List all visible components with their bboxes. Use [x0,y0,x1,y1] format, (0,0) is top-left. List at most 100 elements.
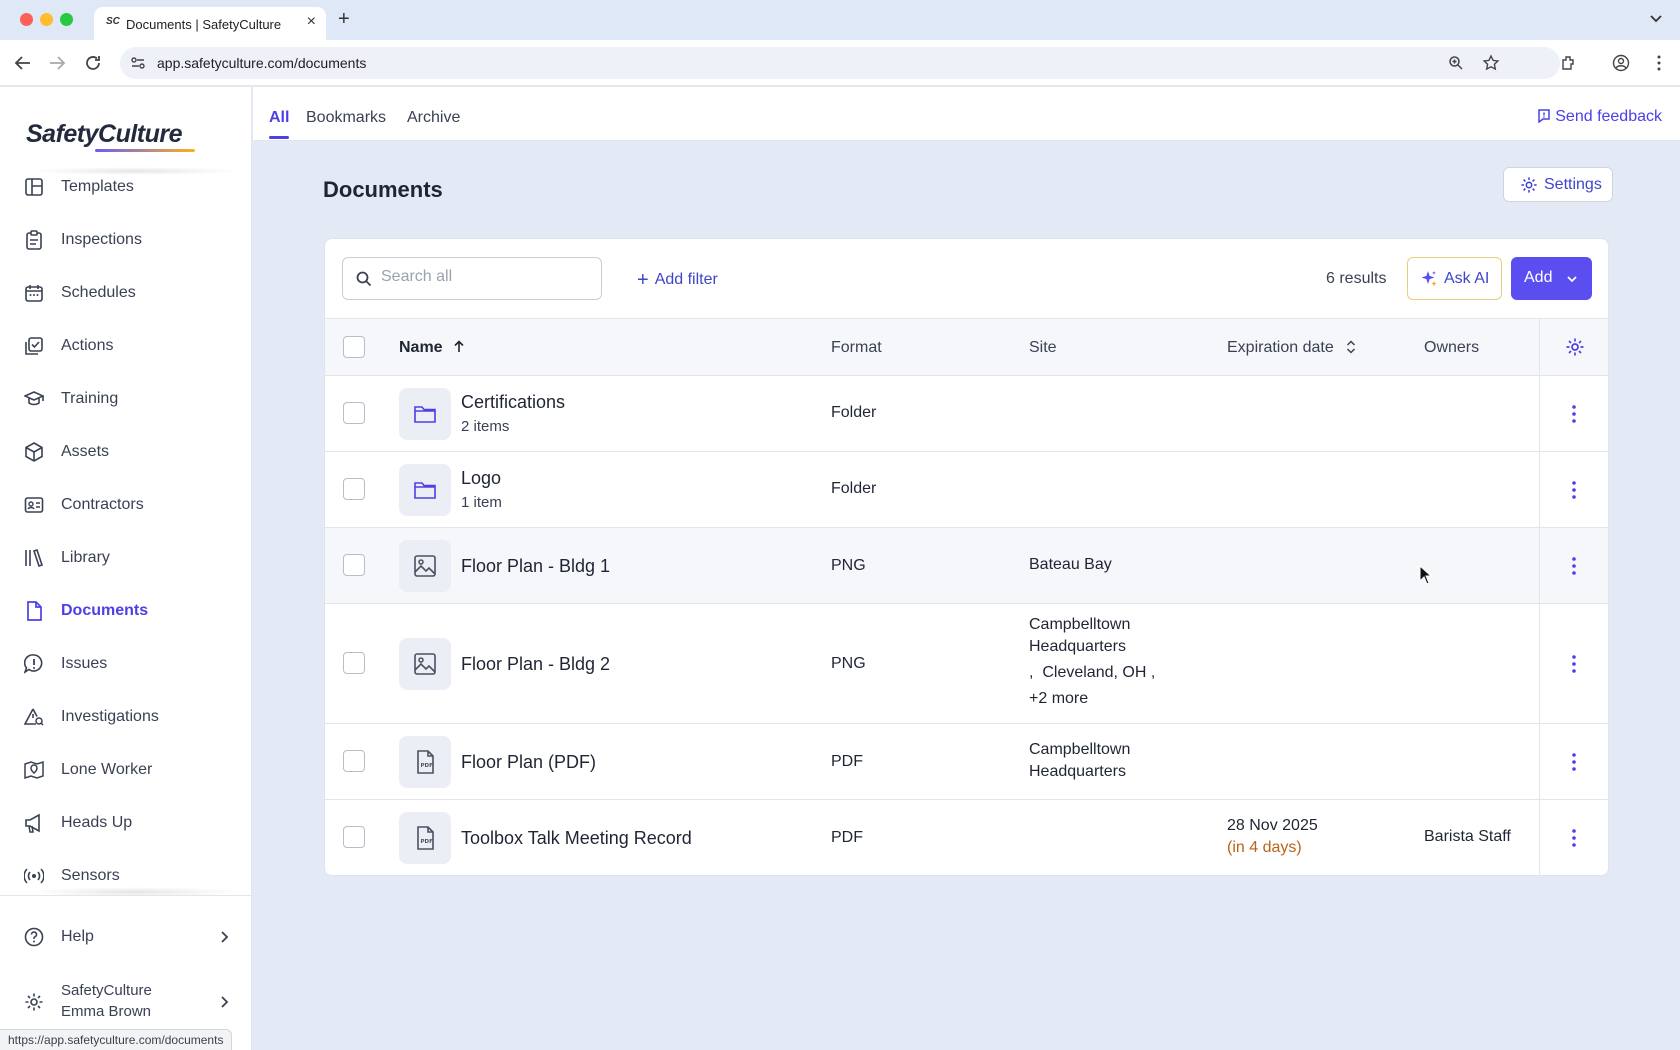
sidebar-item-documents[interactable]: Documents [0,591,251,631]
search-input[interactable] [381,268,581,286]
row-format: PNG [831,655,866,672]
search-box[interactable] [342,257,602,300]
select-all-checkbox[interactable] [343,336,365,358]
account-menu[interactable]: SafetyCulture Emma Brown [0,977,251,1027]
row-checkbox[interactable] [343,478,365,500]
more-vertical-icon [1572,829,1576,847]
reload-icon[interactable] [82,52,104,74]
expiration-date: 28 Nov 2025 [1227,817,1318,834]
sidebar-item-contractors[interactable]: Contractors [0,485,251,525]
pdf-file-icon: PDF [399,812,451,864]
row-checkbox[interactable] [343,402,365,424]
settings-button[interactable]: Settings [1503,167,1613,202]
sidebar-item-actions[interactable]: Actions [0,326,251,366]
row-menu-button[interactable] [1539,800,1608,875]
row-checkbox[interactable] [343,750,365,772]
column-header-name-label: Name [399,339,443,356]
documents-table-card: + Add filter 6 results Ask AI Add Name Fo… [324,238,1609,876]
row-name[interactable]: Floor Plan - Bldg 1 [461,556,610,577]
row-subtitle: 1 item [461,494,502,511]
column-header-format[interactable]: Format [831,339,882,357]
more-sites-link[interactable]: +2 more [1029,688,1155,710]
sidebar-item-schedules[interactable]: Schedules [0,273,251,313]
sidebar-item-investigations[interactable]: Investigations [0,697,251,737]
sidebar-item-label: Library [61,549,110,566]
checkbox-icon [25,337,43,355]
row-menu-button[interactable] [1539,452,1608,527]
back-arrow-icon[interactable] [12,52,34,74]
sidebar-item-inspections[interactable]: Inspections [0,220,251,260]
column-header-owners[interactable]: Owners [1424,339,1479,357]
sidebar-item-training[interactable]: Training [0,379,251,419]
profile-icon[interactable] [1612,54,1630,72]
page-title: Documents [323,177,443,202]
site-line: Headquarters [1029,638,1126,655]
table-row[interactable]: PDF Toolbox Talk Meeting Record PDF 28 N… [325,800,1608,875]
sidebar-item-issues[interactable]: Issues [0,644,251,684]
table-row[interactable]: PDF Floor Plan (PDF) PDF Campbelltown He… [325,724,1608,800]
row-checkbox[interactable] [343,652,365,674]
sidebar-item-lone-worker[interactable]: Lone Worker [0,750,251,790]
row-menu-button[interactable] [1539,724,1608,799]
tab-archive[interactable]: Archive [407,109,460,127]
row-format: PDF [831,753,863,770]
ask-ai-button[interactable]: Ask AI [1407,257,1502,300]
forward-arrow-icon[interactable] [46,52,68,74]
browser-tab[interactable]: SC Documents | SafetyCulture × [94,7,326,40]
row-menu-button[interactable] [1539,376,1608,451]
column-header-name[interactable]: Name [399,339,465,357]
sidebar-item-label: Contractors [61,496,144,513]
extensions-icon[interactable] [1560,54,1578,72]
site-settings-icon[interactable] [130,55,146,71]
browser-menu-icon[interactable] [1650,54,1668,72]
gear-icon [25,993,43,1011]
zoom-icon[interactable] [1448,55,1464,71]
add-filter-button[interactable]: + Add filter [637,269,718,292]
chevron-down-icon[interactable] [1648,10,1664,26]
table-row[interactable]: Floor Plan - Bldg 1 PNG Bateau Bay [325,528,1608,604]
row-menu-button[interactable] [1539,528,1608,603]
sidebar-item-label: Inspections [61,231,142,248]
column-header-site[interactable]: Site [1029,339,1057,357]
row-name[interactable]: Certifications [461,392,565,413]
row-name[interactable]: Logo [461,468,501,489]
row-name[interactable]: Floor Plan (PDF) [461,752,596,773]
clipboard-icon [26,230,42,250]
help-menu[interactable]: Help [0,917,251,957]
close-window-button[interactable] [20,13,33,26]
column-settings[interactable] [1539,319,1608,375]
url-text[interactable]: app.safetyculture.com/documents [157,55,366,71]
row-name[interactable]: Floor Plan - Bldg 2 [461,654,610,675]
table-row[interactable]: Certifications 2 items Folder [325,376,1608,452]
row-checkbox[interactable] [343,554,365,576]
row-name[interactable]: Toolbox Talk Meeting Record [461,828,692,849]
row-checkbox[interactable] [343,826,365,848]
table-row[interactable]: Logo 1 item Folder [325,452,1608,528]
sidebar-item-templates[interactable]: Templates [0,167,251,207]
megaphone-icon [25,813,40,833]
feedback-icon [1538,109,1550,124]
sidebar-item-heads-up[interactable]: Heads Up [0,803,251,843]
bookmark-star-icon[interactable] [1482,54,1500,72]
send-feedback-link[interactable]: Send feedback [1537,108,1662,126]
sensor-icon [24,868,44,884]
logo[interactable]: SafetyCulture [26,120,183,149]
close-tab-icon[interactable]: × [307,13,316,31]
row-menu-button[interactable] [1539,604,1608,723]
tab-bookmarks[interactable]: Bookmarks [306,109,386,127]
minimize-window-button[interactable] [40,13,53,26]
sidebar-item-assets[interactable]: Assets [0,432,251,472]
address-bar[interactable]: app.safetyculture.com/documents [120,47,1560,79]
sidebar-item-label: Investigations [61,708,159,725]
graduation-cap-icon [24,391,44,406]
cube-icon [25,442,43,462]
sidebar-item-library[interactable]: Library [0,538,251,578]
tab-all[interactable]: All [269,109,289,127]
add-button[interactable]: Add [1511,257,1592,300]
maximize-window-button[interactable] [60,13,73,26]
account-user: Emma Brown [61,1003,152,1020]
new-tab-icon[interactable]: + [338,8,350,31]
column-header-expiration[interactable]: Expiration date [1227,339,1356,357]
table-row[interactable]: Floor Plan - Bldg 2 PNG Campbelltown Hea… [325,604,1608,724]
send-feedback-label: Send feedback [1555,108,1662,125]
